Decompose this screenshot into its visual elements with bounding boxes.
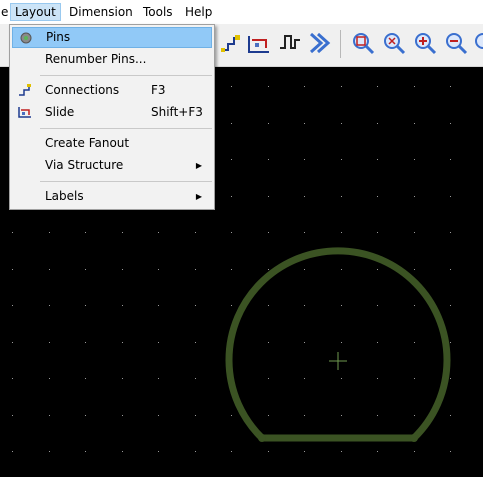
connections-icon xyxy=(17,83,33,97)
menu-item-label: Slide xyxy=(45,105,75,119)
menu-bar: e Layout Dimension Tools Help xyxy=(0,0,483,24)
menu-dimension[interactable]: Dimension xyxy=(65,3,137,21)
menu-tools[interactable]: Tools xyxy=(139,3,177,21)
menu-item-labels[interactable]: Labels ▶ xyxy=(12,186,212,207)
pad-outline xyxy=(225,247,451,442)
menu-item-slide[interactable]: Slide Shift+F3 xyxy=(12,102,212,123)
menu-item-label: Create Fanout xyxy=(45,136,130,150)
zoom-area-icon[interactable] xyxy=(350,30,376,56)
slide-icon[interactable] xyxy=(246,30,272,56)
route-icon[interactable] xyxy=(218,30,244,56)
menu-item-label: Pins xyxy=(46,30,71,44)
toolbar-separator xyxy=(340,30,341,58)
submenu-arrow-icon: ▶ xyxy=(195,161,202,170)
menu-item-label: Renumber Pins... xyxy=(45,52,147,66)
zoom-fit-icon[interactable] xyxy=(381,30,407,56)
menu-item-label: Via Structure xyxy=(45,158,124,172)
zoom-previous-icon[interactable] xyxy=(472,30,483,56)
menu-item-label: Connections xyxy=(45,83,120,97)
chevron-right-icon[interactable] xyxy=(307,30,333,56)
menu-help[interactable]: Help xyxy=(181,3,216,21)
submenu-arrow-icon: ▶ xyxy=(195,192,202,201)
zoom-out-icon[interactable] xyxy=(443,30,469,56)
slide-icon xyxy=(17,105,33,119)
crosshair-cursor xyxy=(329,352,347,370)
menu-item-connections[interactable]: Connections F3 xyxy=(12,80,212,101)
menu-item-shortcut: Shift+F3 xyxy=(151,105,203,119)
menu-layout[interactable]: Layout xyxy=(10,3,61,21)
pulse-icon[interactable] xyxy=(277,30,303,56)
menu-item-pins[interactable]: Pins xyxy=(12,27,212,48)
pad-vertex xyxy=(258,434,266,442)
layout-menu: Pins Renumber Pins... Connections F3 Sli… xyxy=(9,24,215,210)
menu-item-renumber-pins[interactable]: Renumber Pins... xyxy=(12,49,212,70)
menu-separator xyxy=(40,181,212,182)
menu-item-shortcut: F3 xyxy=(151,83,166,97)
pad-vertex xyxy=(410,434,418,442)
pins-icon xyxy=(18,31,34,45)
menu-separator xyxy=(40,128,212,129)
zoom-in-icon[interactable] xyxy=(412,30,438,56)
menu-separator xyxy=(40,75,212,76)
menu-item-via-structure[interactable]: Via Structure ▶ xyxy=(12,155,212,176)
menu-item-create-fanout[interactable]: Create Fanout xyxy=(12,133,212,154)
menu-item-label: Labels xyxy=(45,189,84,203)
